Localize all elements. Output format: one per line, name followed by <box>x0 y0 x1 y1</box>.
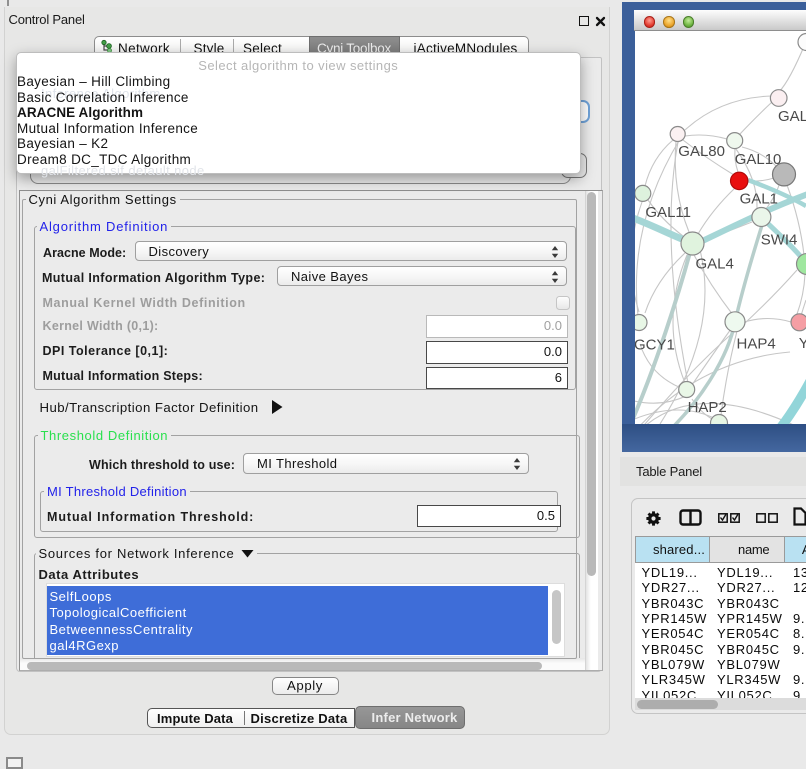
svg-text:HAP4: HAP4 <box>737 336 776 353</box>
svg-text:GAL10: GAL10 <box>735 151 782 168</box>
svg-text:GAL1: GAL1 <box>740 191 778 208</box>
svg-text:HAP2: HAP2 <box>688 399 727 416</box>
svg-text:SWI4: SWI4 <box>761 232 798 249</box>
svg-text:GCY1: GCY1 <box>635 337 675 354</box>
svg-text:GAL4: GAL4 <box>696 256 734 273</box>
svg-text:GAL80: GAL80 <box>678 143 725 160</box>
svg-text:GAL7: GAL7 <box>778 108 806 125</box>
svg-text:GAL11: GAL11 <box>645 204 691 221</box>
svg-text:YE: YE <box>799 335 806 352</box>
